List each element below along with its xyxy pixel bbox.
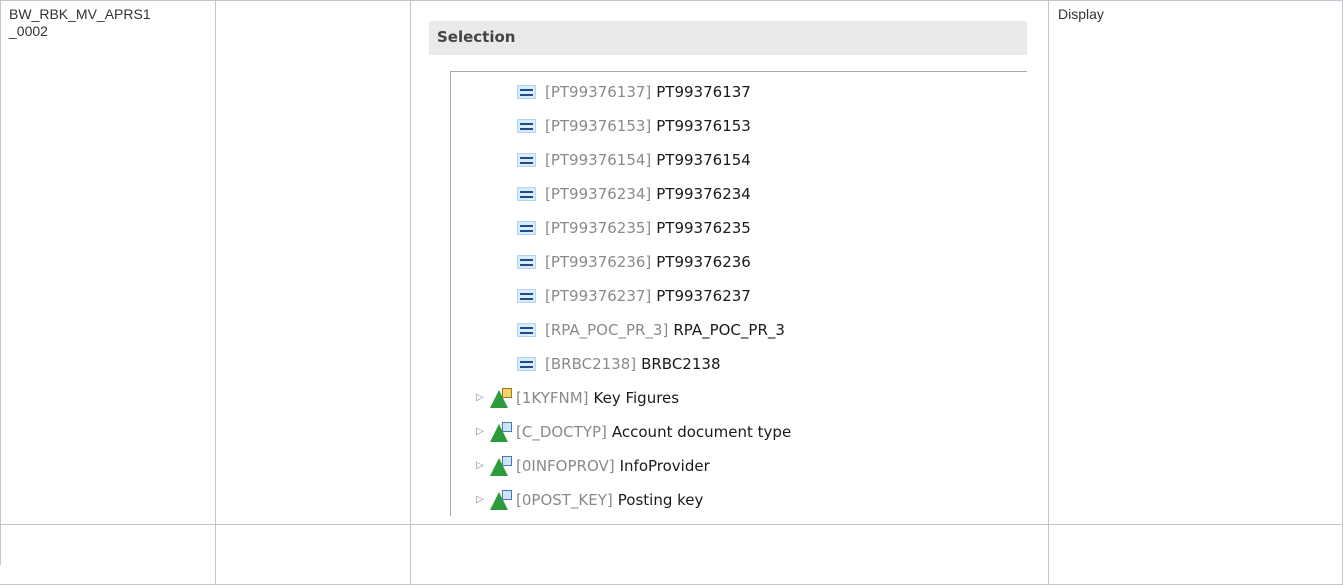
equals-operator-icon [517,152,536,167]
selection-header: Selection [429,21,1027,55]
dimension-tech-name: [C_DOCTYP] [516,422,607,441]
dimension-description: Account document type [611,422,792,441]
value-description: PT99376237 [656,286,751,305]
equals-operator-icon [517,356,536,371]
value-tech-name: [BRBC2138] [545,354,637,373]
tree-dimension-row[interactable]: ▷ [1KYFNM] Key Figures [476,384,679,411]
dimension-tech-name: [0POST_KEY] [516,490,613,509]
cell-row2-4 [1049,525,1343,585]
value-tech-name: [PT99376235] [545,218,652,237]
value-description: PT99376153 [656,116,751,135]
dimension-tech-name: [0INFOPROV] [516,456,615,475]
value-description: PT99376137 [656,82,751,101]
tree-value-row[interactable]: [PT99376235] PT99376235 [517,214,751,241]
value-tech-name: [PT99376234] [545,184,652,203]
dimension-tech-name: [1KYFNM] [516,388,589,407]
value-tech-name: [PT99376237] [545,286,652,305]
dimension-description: Key Figures [593,388,680,407]
tree-dimension-row[interactable]: ▷ [C_DOCTYP] Account document type [476,418,791,445]
tree-dimension-row[interactable]: ▷ [0INFOPROV] InfoProvider [476,452,710,479]
equals-operator-icon [517,84,536,99]
equals-operator-icon [517,186,536,201]
cell-row2-1 [0,525,216,585]
expand-arrow-icon[interactable]: ▷ [476,392,490,403]
value-tech-name: [PT99376137] [545,82,652,101]
selection-title: Selection [437,28,516,46]
value-description: PT99376154 [656,150,751,169]
value-tech-name: [PT99376154] [545,150,652,169]
expand-arrow-icon[interactable]: ▷ [476,494,490,505]
value-tech-name: [PT99376153] [545,116,652,135]
value-description: PT99376236 [656,252,751,271]
tree-value-row[interactable]: [PT99376153] PT99376153 [517,112,751,139]
tree-value-row[interactable]: [BRBC2138] BRBC2138 [517,350,720,377]
equals-operator-icon [517,118,536,133]
tree-value-row[interactable]: [PT99376137] PT99376137 [517,78,751,105]
tree-value-row[interactable]: [PT99376236] PT99376236 [517,248,751,275]
cell-name: BW_RBK_MV_APRS1 _0002 [0,0,216,525]
action-text: Display [1058,6,1104,22]
tree-value-row[interactable]: [PT99376234] PT99376234 [517,180,751,207]
tree-dimension-row[interactable]: ▷ [0POST_KEY] Posting key [476,486,703,513]
object-name-line2: _0002 [9,23,48,39]
value-tech-name: [RPA_POC_PR_3] [545,320,669,339]
equals-operator-icon [517,254,536,269]
tree-value-row[interactable]: [PT99376154] PT99376154 [517,146,751,173]
equals-operator-icon [517,220,536,235]
key-figure-dimension-icon [490,387,512,408]
value-description: BRBC2138 [641,354,721,373]
value-description: RPA_POC_PR_3 [673,320,785,339]
cell-action: Display [1049,0,1343,525]
value-description: PT99376234 [656,184,751,203]
tree-value-row[interactable]: [PT99376237] PT99376237 [517,282,751,309]
object-name-line1: BW_RBK_MV_APRS1 [9,6,151,22]
equals-operator-icon [517,288,536,303]
dimension-description: InfoProvider [619,456,710,475]
expand-arrow-icon[interactable]: ▷ [476,426,490,437]
characteristic-dimension-icon [490,489,512,510]
expand-arrow-icon[interactable]: ▷ [476,460,490,471]
dimension-description: Posting key [617,490,704,509]
cell-empty-2 [216,0,411,525]
equals-operator-icon [517,322,536,337]
characteristic-dimension-icon [490,455,512,476]
cell-row2-3 [411,525,1049,585]
value-description: PT99376235 [656,218,751,237]
value-tech-name: [PT99376236] [545,252,652,271]
tree-value-row[interactable]: [RPA_POC_PR_3] RPA_POC_PR_3 [517,316,785,343]
cell-row2-2 [216,525,411,585]
characteristic-dimension-icon [490,421,512,442]
